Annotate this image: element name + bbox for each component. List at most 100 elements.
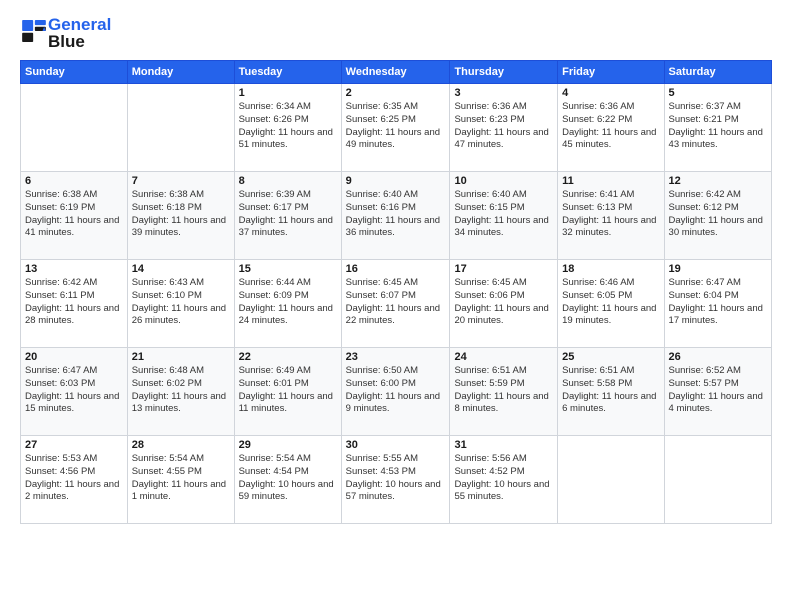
day-cell: 23 Sunrise: 6:50 AM Sunset: 6:00 PM Dayli… <box>341 348 450 436</box>
day-number: 14 <box>132 263 230 275</box>
day-number: 2 <box>346 87 446 99</box>
col-header-monday: Monday <box>127 61 234 84</box>
day-info: Sunrise: 6:36 AM Sunset: 6:23 PM Dayligh… <box>454 101 553 152</box>
week-row-5: 27 Sunrise: 5:53 AM Sunset: 4:56 PM Dayli… <box>21 436 772 524</box>
day-info: Sunrise: 6:40 AM Sunset: 6:16 PM Dayligh… <box>346 189 446 240</box>
day-number: 20 <box>25 351 123 363</box>
day-cell <box>558 436 664 524</box>
day-cell: 5Sunrise: 6:37 AM Sunset: 6:21 PM Daylig… <box>664 84 771 172</box>
logo: General Blue <box>20 16 111 50</box>
day-number: 3 <box>454 87 553 99</box>
day-cell: 27 Sunrise: 5:53 AM Sunset: 4:56 PM Dayli… <box>21 436 128 524</box>
day-info: Sunrise: 6:49 AM Sunset: 6:01 PM Dayligh… <box>239 365 337 416</box>
day-number: 21 <box>132 351 230 363</box>
week-row-2: 6Sunrise: 6:38 AM Sunset: 6:19 PM Daylig… <box>21 172 772 260</box>
day-number: 10 <box>454 175 553 187</box>
day-info: Sunrise: 6:40 AM Sunset: 6:15 PM Dayligh… <box>454 189 553 240</box>
day-info: Sunrise: 6:44 AM Sunset: 6:09 PM Dayligh… <box>239 277 337 328</box>
day-number: 17 <box>454 263 553 275</box>
col-header-saturday: Saturday <box>664 61 771 84</box>
day-cell: 12Sunrise: 6:42 AM Sunset: 6:12 PM Dayli… <box>664 172 771 260</box>
col-header-thursday: Thursday <box>450 61 558 84</box>
day-number: 7 <box>132 175 230 187</box>
day-number: 28 <box>132 439 230 451</box>
day-cell: 21 Sunrise: 6:48 AM Sunset: 6:02 PM Dayli… <box>127 348 234 436</box>
day-number: 12 <box>669 175 767 187</box>
day-number: 31 <box>454 439 553 451</box>
day-cell <box>664 436 771 524</box>
day-number: 16 <box>346 263 446 275</box>
day-info: Sunrise: 6:43 AM Sunset: 6:10 PM Dayligh… <box>132 277 230 328</box>
col-header-sunday: Sunday <box>21 61 128 84</box>
day-info: Sunrise: 6:41 AM Sunset: 6:13 PM Dayligh… <box>562 189 659 240</box>
page: General Blue SundayMondayTuesdayWednesda… <box>0 0 792 612</box>
week-row-3: 13Sunrise: 6:42 AM Sunset: 6:11 PM Dayli… <box>21 260 772 348</box>
day-info: Sunrise: 5:54 AM Sunset: 4:54 PM Dayligh… <box>239 453 337 504</box>
day-cell: 31 Sunrise: 5:56 AM Sunset: 4:52 PM Dayli… <box>450 436 558 524</box>
day-info: Sunrise: 6:47 AM Sunset: 6:03 PM Dayligh… <box>25 365 123 416</box>
day-number: 19 <box>669 263 767 275</box>
day-info: Sunrise: 6:51 AM Sunset: 5:58 PM Dayligh… <box>562 365 659 416</box>
day-number: 18 <box>562 263 659 275</box>
day-number: 27 <box>25 439 123 451</box>
week-row-4: 20 Sunrise: 6:47 AM Sunset: 6:03 PM Dayli… <box>21 348 772 436</box>
day-number: 1 <box>239 87 337 99</box>
day-number: 29 <box>239 439 337 451</box>
day-number: 30 <box>346 439 446 451</box>
day-cell <box>21 84 128 172</box>
day-cell: 22Sunrise: 6:49 AM Sunset: 6:01 PM Dayli… <box>234 348 341 436</box>
day-cell: 26 Sunrise: 6:52 AM Sunset: 5:57 PM Dayli… <box>664 348 771 436</box>
day-info: Sunrise: 6:47 AM Sunset: 6:04 PM Dayligh… <box>669 277 767 328</box>
week-row-1: 1 Sunrise: 6:34 AM Sunset: 6:26 PM Daylig… <box>21 84 772 172</box>
day-cell: 6Sunrise: 6:38 AM Sunset: 6:19 PM Daylig… <box>21 172 128 260</box>
day-cell <box>127 84 234 172</box>
day-number: 26 <box>669 351 767 363</box>
header: General Blue <box>20 16 772 50</box>
logo-blue: Blue <box>48 32 85 51</box>
day-info: Sunrise: 6:45 AM Sunset: 6:06 PM Dayligh… <box>454 277 553 328</box>
day-info: Sunrise: 6:46 AM Sunset: 6:05 PM Dayligh… <box>562 277 659 328</box>
day-info: Sunrise: 5:56 AM Sunset: 4:52 PM Dayligh… <box>454 453 553 504</box>
calendar-header-row: SundayMondayTuesdayWednesdayThursdayFrid… <box>21 61 772 84</box>
day-info: Sunrise: 6:48 AM Sunset: 6:02 PM Dayligh… <box>132 365 230 416</box>
col-header-wednesday: Wednesday <box>341 61 450 84</box>
day-info: Sunrise: 5:55 AM Sunset: 4:53 PM Dayligh… <box>346 453 446 504</box>
day-cell: 3 Sunrise: 6:36 AM Sunset: 6:23 PM Daylig… <box>450 84 558 172</box>
day-cell: 30 Sunrise: 5:55 AM Sunset: 4:53 PM Dayli… <box>341 436 450 524</box>
day-cell: 8Sunrise: 6:39 AM Sunset: 6:17 PM Daylig… <box>234 172 341 260</box>
day-info: Sunrise: 6:36 AM Sunset: 6:22 PM Dayligh… <box>562 101 659 152</box>
day-number: 4 <box>562 87 659 99</box>
day-cell: 2Sunrise: 6:35 AM Sunset: 6:25 PM Daylig… <box>341 84 450 172</box>
day-cell: 17 Sunrise: 6:45 AM Sunset: 6:06 PM Dayli… <box>450 260 558 348</box>
day-cell: 20 Sunrise: 6:47 AM Sunset: 6:03 PM Dayli… <box>21 348 128 436</box>
day-info: Sunrise: 6:50 AM Sunset: 6:00 PM Dayligh… <box>346 365 446 416</box>
day-info: Sunrise: 6:42 AM Sunset: 6:11 PM Dayligh… <box>25 277 123 328</box>
day-info: Sunrise: 6:34 AM Sunset: 6:26 PM Dayligh… <box>239 101 337 152</box>
day-cell: 4 Sunrise: 6:36 AM Sunset: 6:22 PM Daylig… <box>558 84 664 172</box>
day-number: 23 <box>346 351 446 363</box>
day-number: 25 <box>562 351 659 363</box>
day-info: Sunrise: 5:53 AM Sunset: 4:56 PM Dayligh… <box>25 453 123 504</box>
day-number: 6 <box>25 175 123 187</box>
day-cell: 14 Sunrise: 6:43 AM Sunset: 6:10 PM Dayli… <box>127 260 234 348</box>
day-cell: 13Sunrise: 6:42 AM Sunset: 6:11 PM Dayli… <box>21 260 128 348</box>
day-cell: 11 Sunrise: 6:41 AM Sunset: 6:13 PM Dayli… <box>558 172 664 260</box>
day-cell: 7Sunrise: 6:38 AM Sunset: 6:18 PM Daylig… <box>127 172 234 260</box>
day-cell: 24Sunrise: 6:51 AM Sunset: 5:59 PM Dayli… <box>450 348 558 436</box>
day-cell: 1 Sunrise: 6:34 AM Sunset: 6:26 PM Daylig… <box>234 84 341 172</box>
day-cell: 28 Sunrise: 5:54 AM Sunset: 4:55 PM Dayli… <box>127 436 234 524</box>
col-header-friday: Friday <box>558 61 664 84</box>
day-cell: 18 Sunrise: 6:46 AM Sunset: 6:05 PM Dayli… <box>558 260 664 348</box>
day-cell: 29 Sunrise: 5:54 AM Sunset: 4:54 PM Dayli… <box>234 436 341 524</box>
day-cell: 25 Sunrise: 6:51 AM Sunset: 5:58 PM Dayli… <box>558 348 664 436</box>
logo-icon <box>22 20 46 42</box>
day-number: 11 <box>562 175 659 187</box>
calendar-table: SundayMondayTuesdayWednesdayThursdayFrid… <box>20 60 772 524</box>
day-info: Sunrise: 6:39 AM Sunset: 6:17 PM Dayligh… <box>239 189 337 240</box>
day-info: Sunrise: 5:54 AM Sunset: 4:55 PM Dayligh… <box>132 453 230 504</box>
day-number: 15 <box>239 263 337 275</box>
day-info: Sunrise: 6:51 AM Sunset: 5:59 PM Dayligh… <box>454 365 553 416</box>
day-info: Sunrise: 6:52 AM Sunset: 5:57 PM Dayligh… <box>669 365 767 416</box>
day-cell: 9Sunrise: 6:40 AM Sunset: 6:16 PM Daylig… <box>341 172 450 260</box>
day-info: Sunrise: 6:37 AM Sunset: 6:21 PM Dayligh… <box>669 101 767 152</box>
